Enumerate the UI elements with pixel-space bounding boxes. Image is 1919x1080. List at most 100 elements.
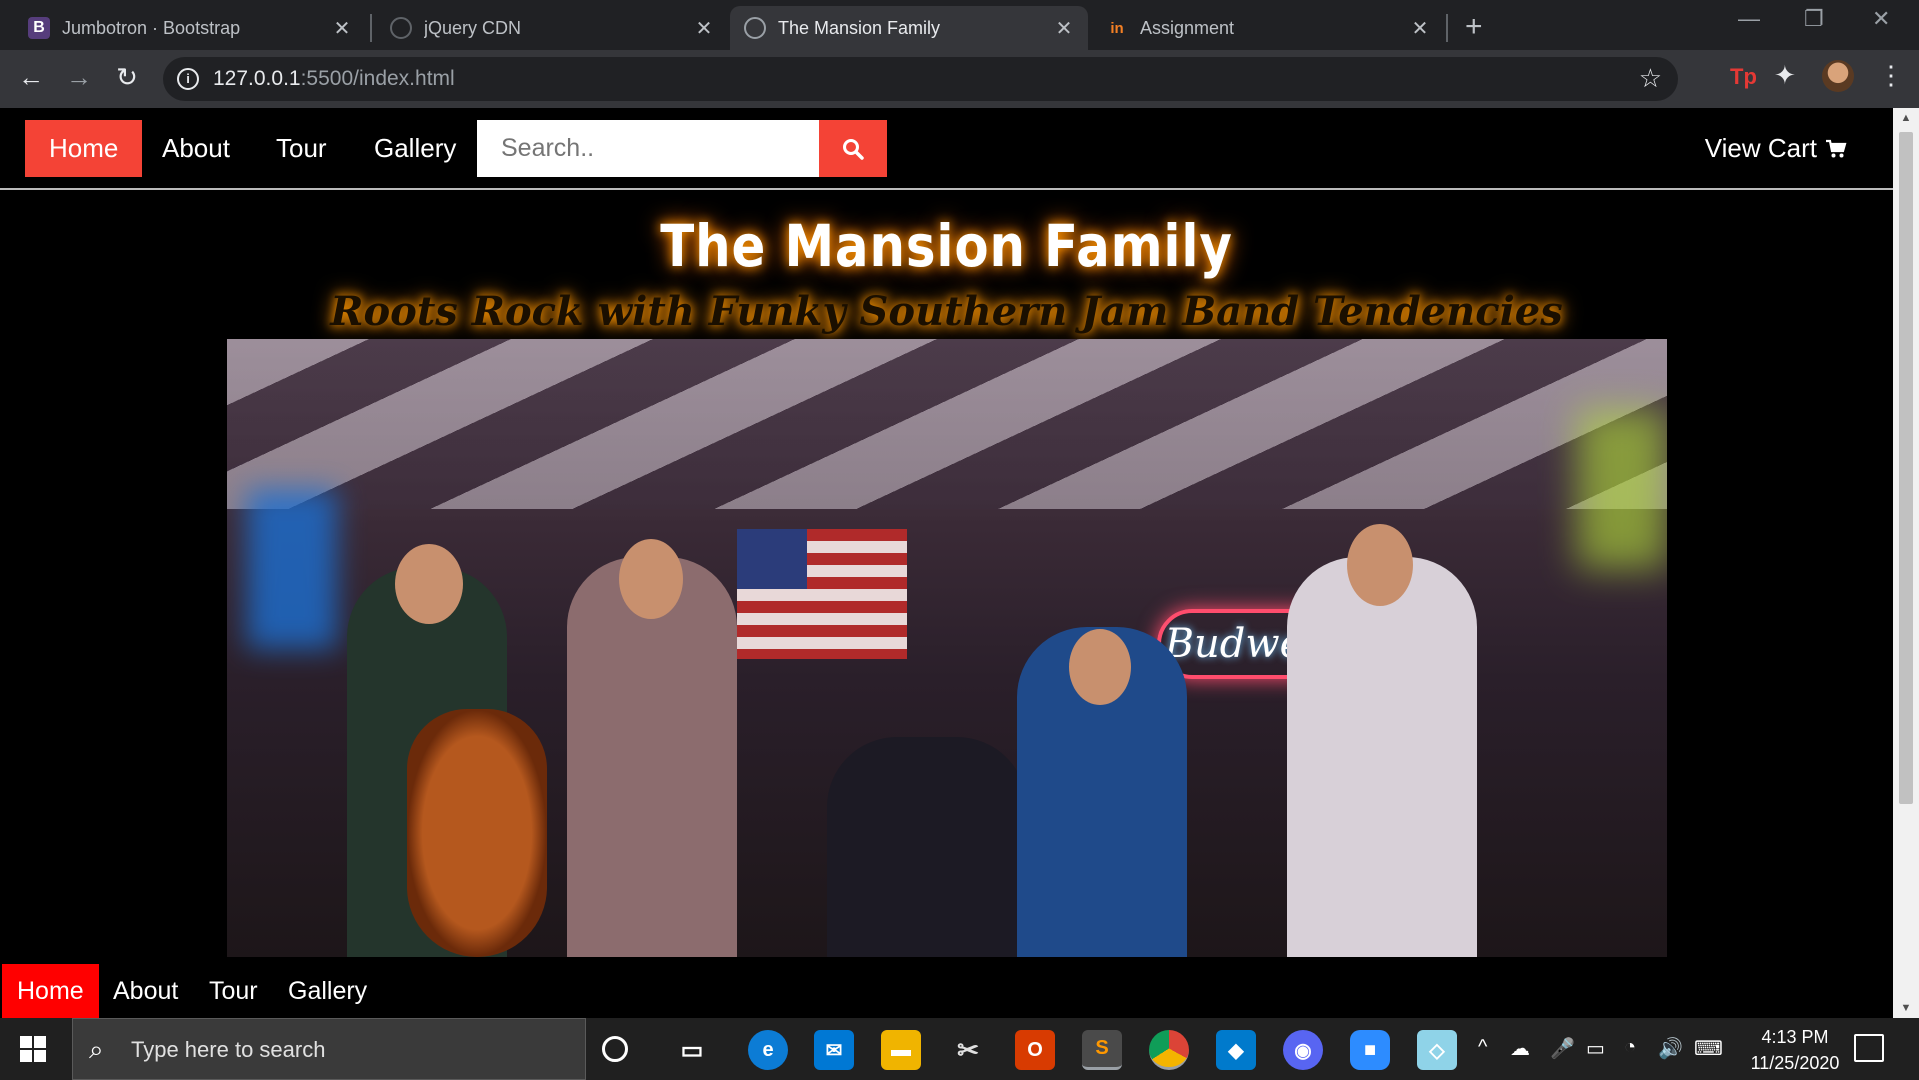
- office-icon[interactable]: O: [1015, 1030, 1055, 1070]
- url-host: 127.0.0.1: [213, 67, 301, 90]
- search-button[interactable]: [819, 120, 887, 177]
- hero-light-left: [247, 489, 337, 649]
- hero-light-right: [1577, 409, 1667, 569]
- bottom-nav-tour[interactable]: Tour: [194, 964, 273, 1018]
- hero-singer-head: [619, 539, 683, 619]
- mail-icon[interactable]: ✉: [814, 1030, 854, 1070]
- snip-sketch-icon[interactable]: ✂: [948, 1030, 988, 1070]
- taskbar-clock[interactable]: 4:13 PM 11/25/2020: [1740, 1024, 1850, 1076]
- close-icon[interactable]: ✕: [332, 16, 352, 41]
- notification-center-icon[interactable]: [1854, 1034, 1884, 1062]
- bookmark-star-icon[interactable]: ☆: [1639, 63, 1662, 94]
- band-title: The Mansion Family: [660, 212, 1233, 280]
- tab-title: The Mansion Family: [778, 17, 941, 38]
- close-icon[interactable]: ✕: [1410, 16, 1430, 41]
- top-navbar: Home About Tour Gallery View Cart: [0, 108, 1893, 190]
- info-icon[interactable]: i: [177, 68, 199, 90]
- hero-lead-guitarist-head: [1347, 524, 1413, 606]
- tray-chevron-up-icon[interactable]: ^: [1478, 1036, 1487, 1059]
- new-tab-plus-icon[interactable]: +: [1465, 10, 1483, 44]
- scroll-down-icon[interactable]: ▼: [1893, 1002, 1919, 1014]
- vscode-icon[interactable]: ◆: [1216, 1030, 1256, 1070]
- tab-jumbotron[interactable]: B Jumbotron · Bootstrap ✕: [14, 6, 366, 50]
- zoom-icon[interactable]: ■: [1350, 1030, 1390, 1070]
- hero-flag: [737, 529, 907, 659]
- view-cart-label: View Cart: [1704, 133, 1817, 163]
- bottom-nav-gallery[interactable]: Gallery: [273, 964, 382, 1018]
- edge-icon[interactable]: e: [748, 1030, 788, 1070]
- address-bar[interactable]: i 127.0.0.1:5500/index.html ☆: [163, 57, 1678, 101]
- app-icon[interactable]: ◇: [1417, 1030, 1457, 1070]
- hero-bassist-head: [395, 544, 463, 624]
- search-icon: [843, 138, 864, 160]
- nav-home[interactable]: Home: [25, 120, 143, 177]
- browser-toolbar: ← → ↻ i 127.0.0.1:5500/index.html ☆: [0, 50, 1919, 108]
- url-path: :5500/index.html: [300, 67, 455, 90]
- hero-drummer: [827, 737, 1027, 957]
- hero-lead-guitarist: [1287, 557, 1477, 957]
- bottom-nav-about[interactable]: About: [98, 964, 193, 1018]
- taskbar-search-placeholder: Type here to search: [131, 1037, 326, 1062]
- browser-chrome: B Jumbotron · Bootstrap ✕ jQuery CDN ✕ T…: [0, 0, 1919, 108]
- search-icon: ⌕: [89, 1034, 104, 1064]
- tab-title: Assignment: [1140, 17, 1235, 38]
- bottom-navbar: Home About Tour Gallery: [0, 961, 1893, 1018]
- discord-icon[interactable]: ◉: [1283, 1030, 1323, 1070]
- extensions-puzzle-icon[interactable]: ✦: [1774, 60, 1796, 91]
- menu-kebab-icon[interactable]: ⋮: [1878, 60, 1904, 91]
- tab-separator: [370, 14, 372, 42]
- sublime-text-icon[interactable]: S: [1082, 1030, 1122, 1070]
- volume-icon[interactable]: 🔊: [1658, 1036, 1683, 1061]
- shopping-cart-icon: [1826, 139, 1847, 157]
- tab-jquery-cdn[interactable]: jQuery CDN ✕: [376, 6, 728, 50]
- keyboard-icon[interactable]: ⌨: [1694, 1036, 1723, 1061]
- cortana-icon[interactable]: [602, 1036, 628, 1062]
- restore-icon[interactable]: ❐: [1804, 6, 1824, 32]
- onedrive-cloud-icon[interactable]: ☁: [1510, 1036, 1530, 1061]
- nav-tour[interactable]: Tour: [252, 120, 351, 177]
- back-arrow-icon[interactable]: ←: [14, 62, 48, 93]
- tab-mansion-family[interactable]: The Mansion Family ✕: [730, 6, 1088, 50]
- globe-icon: [390, 17, 412, 39]
- url-text[interactable]: 127.0.0.1:5500/index.html: [213, 67, 455, 91]
- tab-strip: B Jumbotron · Bootstrap ✕ jQuery CDN ✕ T…: [0, 0, 1919, 50]
- hero-ceiling: [227, 339, 1667, 509]
- assignment-icon: in: [1110, 19, 1124, 37]
- band-tagline: Roots Rock with Funky Southern Jam Band …: [330, 288, 1563, 335]
- profile-avatar[interactable]: [1822, 60, 1854, 92]
- scroll-up-icon[interactable]: ▲: [1893, 112, 1919, 124]
- view-cart-link[interactable]: View Cart: [1705, 120, 1847, 177]
- page-scrollbar[interactable]: ▲ ▼: [1893, 108, 1919, 1018]
- window-close-icon[interactable]: ✕: [1872, 6, 1890, 32]
- windows-start-icon[interactable]: [20, 1036, 46, 1062]
- reload-icon[interactable]: ↻: [110, 62, 144, 93]
- clock-date: 11/25/2020: [1750, 1053, 1840, 1073]
- file-explorer-icon[interactable]: ▬: [881, 1030, 921, 1070]
- search-input[interactable]: [477, 120, 819, 177]
- scrollbar-thumb[interactable]: [1899, 132, 1913, 804]
- minimize-icon[interactable]: —: [1738, 6, 1760, 32]
- close-icon[interactable]: ✕: [694, 16, 714, 41]
- battery-icon[interactable]: ▭: [1586, 1036, 1605, 1061]
- bootstrap-icon: B: [28, 17, 50, 39]
- bottom-nav-home[interactable]: Home: [2, 964, 99, 1018]
- tab-assignment[interactable]: in Assignment ✕: [1092, 6, 1444, 50]
- nav-gallery[interactable]: Gallery: [350, 120, 480, 177]
- close-icon[interactable]: ✕: [1054, 16, 1074, 41]
- windows-taskbar: ⌕ Type here to search ▭ e ✉ ▬ ✂ O S ◆ ◉ …: [0, 1018, 1919, 1080]
- tp-extension-icon[interactable]: Tp: [1730, 64, 1757, 90]
- nav-about[interactable]: About: [138, 120, 254, 177]
- clock-time: 4:13 PM: [1761, 1027, 1829, 1047]
- tab-separator: [1446, 14, 1448, 42]
- web-page: Home About Tour Gallery View Cart The Ma…: [0, 108, 1893, 1018]
- task-view-icon[interactable]: ▭: [672, 1030, 712, 1070]
- tab-title: Jumbotron · Bootstrap: [62, 17, 241, 38]
- microphone-icon[interactable]: 🎤: [1550, 1036, 1575, 1061]
- tab-title: jQuery CDN: [424, 17, 522, 38]
- chrome-icon[interactable]: [1149, 1030, 1189, 1070]
- forward-arrow-icon[interactable]: →: [62, 62, 96, 93]
- taskbar-search-box[interactable]: ⌕ Type here to search: [72, 1018, 586, 1080]
- wifi-icon[interactable]: ◔: [1624, 1036, 1636, 1059]
- globe-icon: [744, 17, 766, 39]
- band-hero-photo: Budweiser: [227, 339, 1667, 957]
